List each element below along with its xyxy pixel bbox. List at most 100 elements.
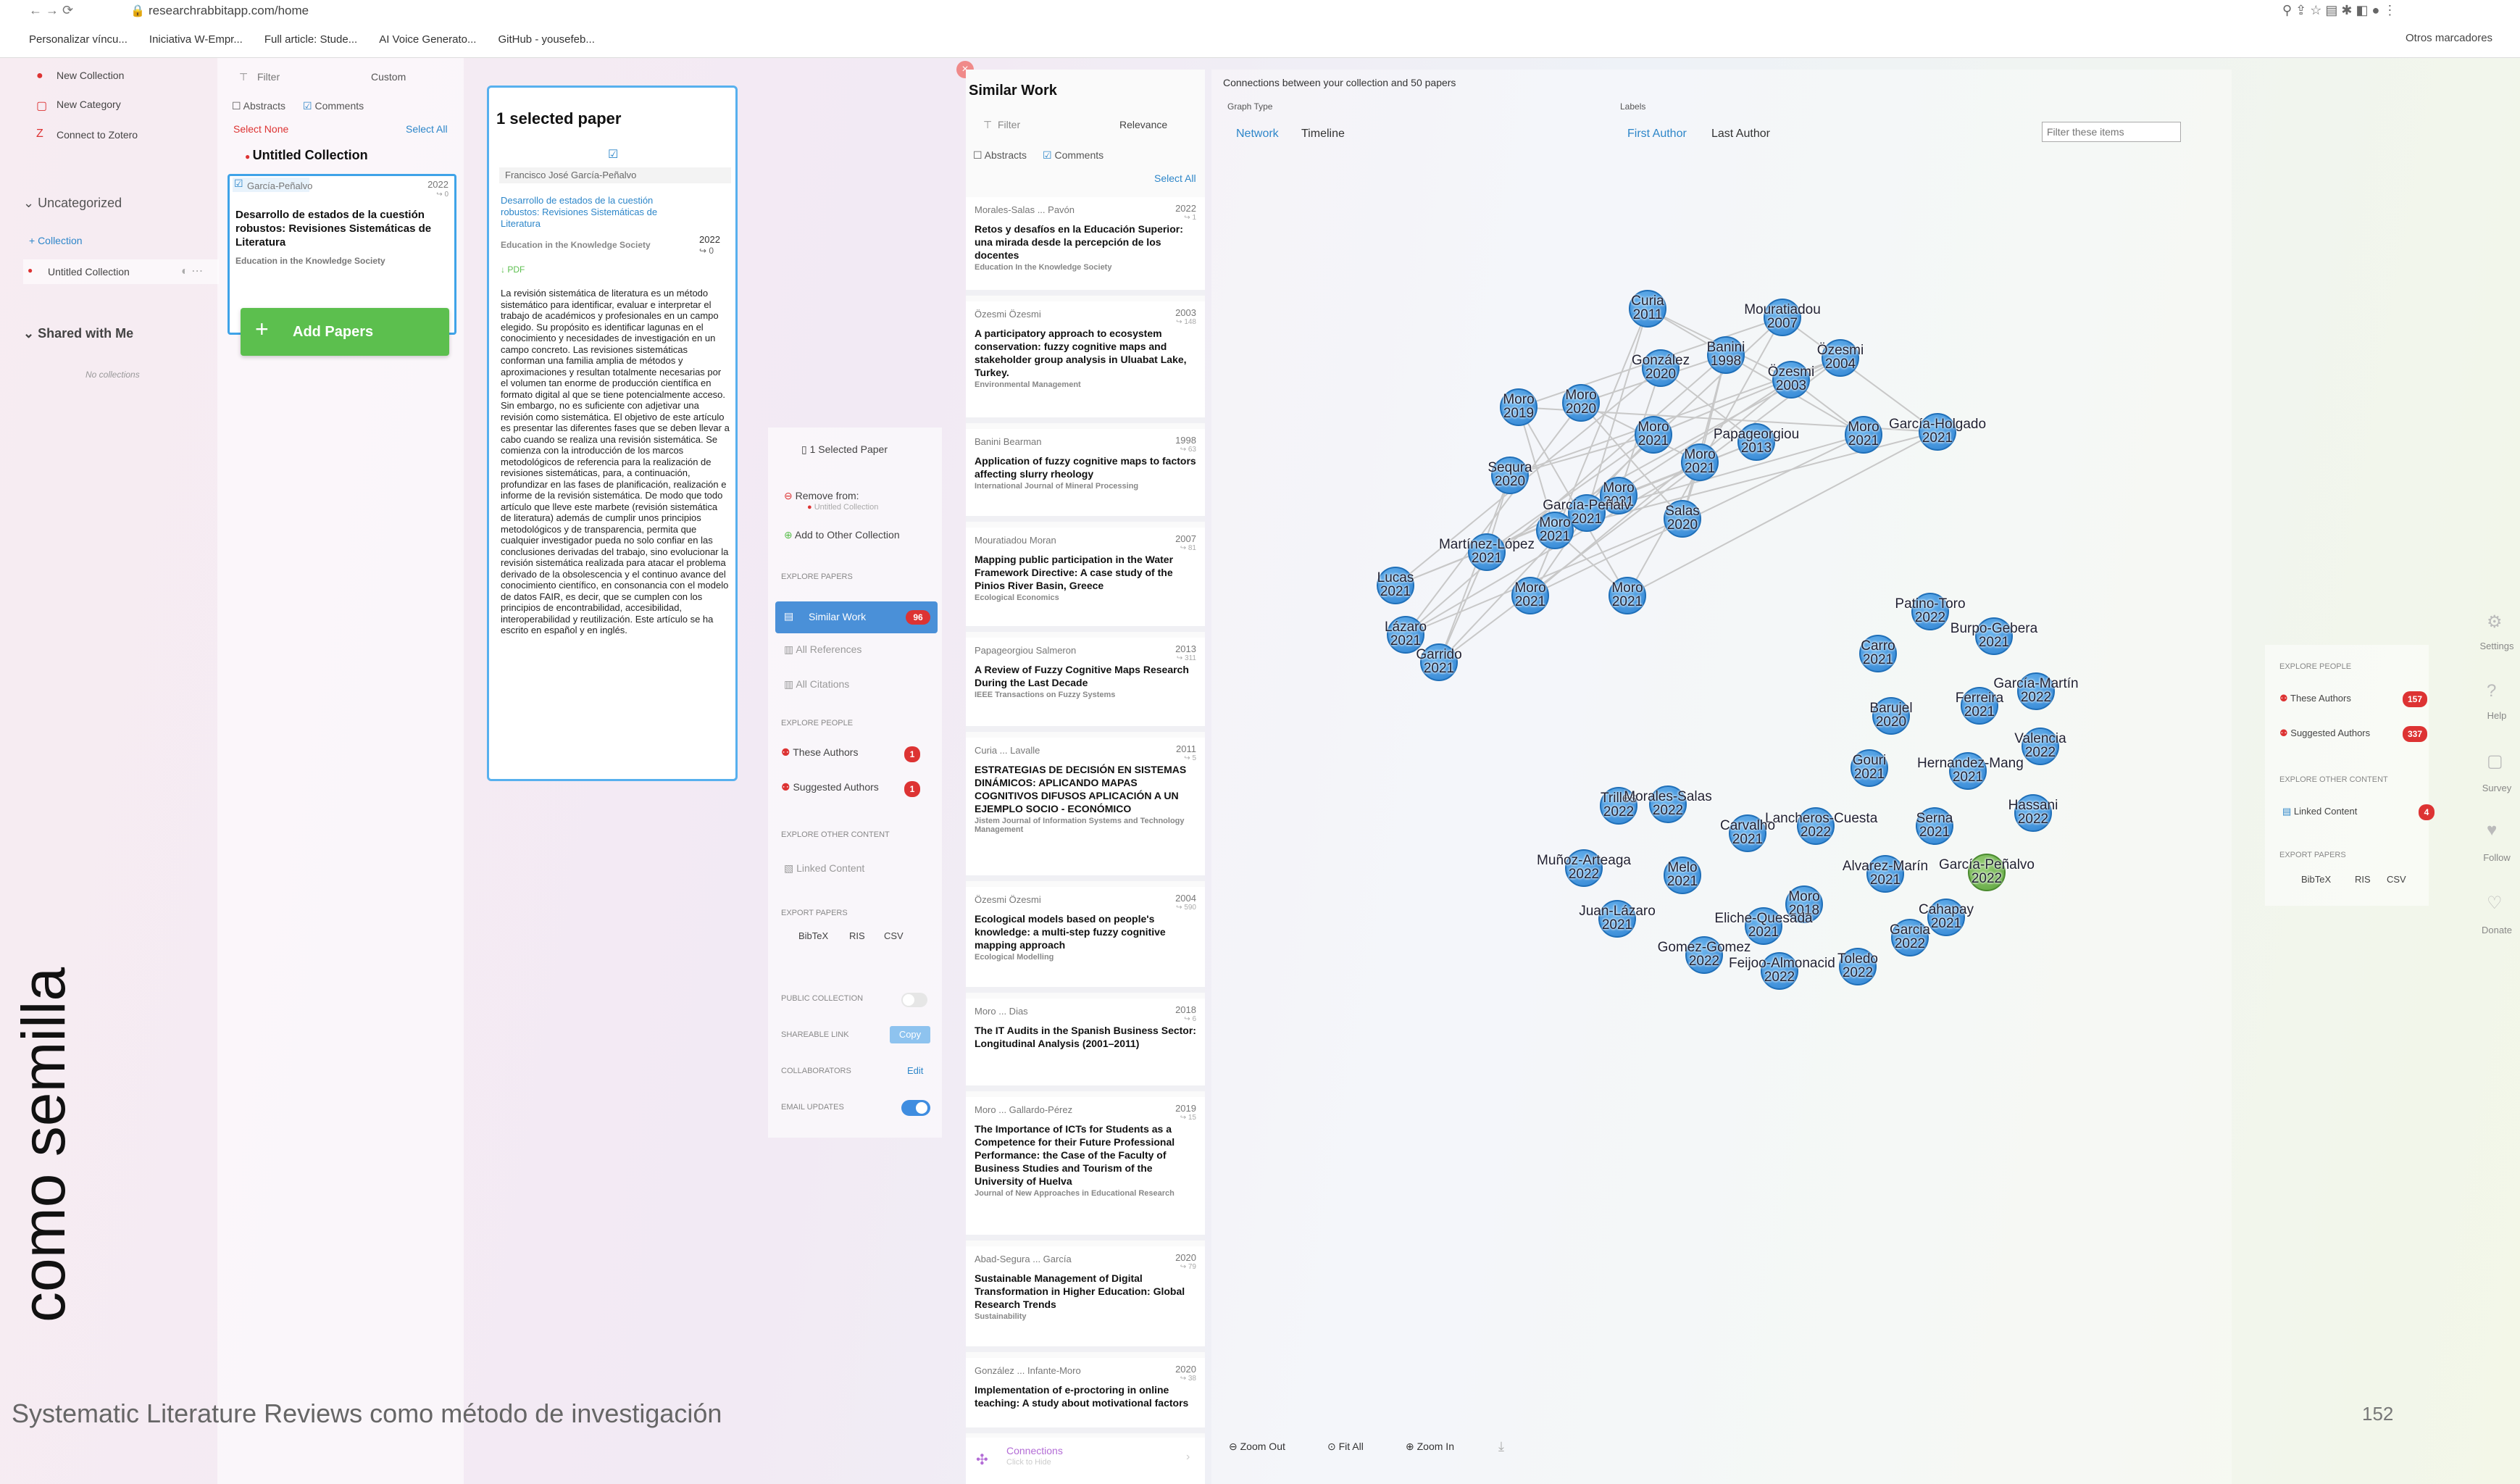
right-bibtex[interactable]: BibTeX bbox=[2301, 874, 2331, 885]
right-explore-other-header: EXPLORE OTHER CONTENT bbox=[2279, 775, 2388, 784]
bookmark-item[interactable]: Personalizar víncu... bbox=[29, 33, 128, 46]
selected-paper-title[interactable]: Desarrollo de estados de la cuestión rob… bbox=[501, 195, 682, 230]
similar-title: Similar Work bbox=[969, 83, 1057, 99]
survey-icon[interactable]: ▢ bbox=[2487, 751, 2503, 772]
similar-icon: ▤ bbox=[784, 610, 794, 622]
linked-content-label: Linked Content bbox=[796, 862, 865, 874]
fit-icon: ⊙ bbox=[1327, 1441, 1339, 1452]
public-toggle[interactable] bbox=[901, 993, 927, 1007]
right-csv[interactable]: CSV bbox=[2387, 874, 2406, 885]
follow-icon[interactable]: ♥ bbox=[2487, 820, 2497, 841]
paper-title: Desarrollo de estados de la cuestión rob… bbox=[235, 209, 432, 249]
sidebar-item-untitled[interactable]: ● Untitled Collection ◐ ⋯ bbox=[23, 259, 219, 284]
similar-paper-title: Retos y desafíos en la Educación Superio… bbox=[975, 223, 1183, 261]
similar-paper-card[interactable]: Özesmi Özesmi 2004 ↪ 590 Ecological models … bbox=[966, 887, 1205, 993]
right-linked-content[interactable]: ▤ Linked Content bbox=[2282, 806, 2357, 817]
new-collection-button[interactable]: New Collection bbox=[57, 70, 124, 81]
similar-paper-card[interactable]: Papageorgiou Salmeron 2013 ↪ 311 A Review o… bbox=[966, 638, 1205, 732]
add-papers-button[interactable]: + Add Papers bbox=[241, 308, 449, 356]
similar-paper-card[interactable]: González ... Infante-Moro 2020 ↪ 38 Impleme… bbox=[966, 1358, 1205, 1433]
these-authors-badge: 1 bbox=[904, 746, 920, 762]
similar-paper-title: Sustainable Management of Digital Transf… bbox=[975, 1272, 1185, 1310]
email-updates-toggle[interactable] bbox=[901, 1100, 930, 1116]
graph-node-label: Burpo-Gebera 2021 bbox=[1950, 621, 2038, 650]
similar-paper-journal: IEEE Transactions on Fuzzy Systems bbox=[975, 691, 1116, 699]
similar-paper-title: Implementation of e-proctoring in online… bbox=[975, 1384, 1189, 1409]
right-suggested-authors[interactable]: ⚉ Suggested Authors bbox=[2279, 728, 2370, 739]
similar-comments-checkbox[interactable]: ☑ Comments bbox=[1043, 149, 1103, 162]
help-icon[interactable]: ? bbox=[2487, 681, 2496, 701]
selected-cites: ↪ 0 bbox=[699, 246, 714, 256]
select-all-link[interactable]: Select All bbox=[406, 123, 448, 135]
similar-sort[interactable]: Relevance bbox=[1119, 119, 1167, 130]
zoom-out-button[interactable]: ⊖ Zoom Out bbox=[1229, 1441, 1285, 1453]
similar-paper-card[interactable]: Curia ... Lavalle 2011 ↪ 5 ESTRATEGIAS DE D… bbox=[966, 738, 1205, 881]
bookmark-item[interactable]: Iniciativa W-Empr... bbox=[149, 33, 243, 46]
similar-count-badge: 96 bbox=[906, 610, 930, 625]
similar-paper-card[interactable]: Mouratiadou Moran 2007 ↪ 81 Mapping public … bbox=[966, 528, 1205, 632]
bookmark-item[interactable]: GitHub - yousefeb... bbox=[498, 33, 594, 46]
fit-all-button[interactable]: ⊙ Fit All bbox=[1327, 1441, 1364, 1453]
more-icon[interactable]: ◐ ⋯ bbox=[181, 264, 203, 278]
select-none-link[interactable]: Select None bbox=[233, 123, 288, 135]
copy-link-button[interactable]: Copy bbox=[890, 1026, 930, 1043]
pdf-link[interactable]: ↓ PDF bbox=[501, 264, 525, 275]
collection-sort[interactable]: Custom bbox=[371, 71, 406, 83]
similar-paper-card[interactable]: Moro ... Dias 2018 ↪ 6 The IT Audits in the… bbox=[966, 999, 1205, 1091]
selected-checkbox[interactable]: ☑ bbox=[608, 147, 618, 162]
download-icon[interactable]: ⤓ bbox=[1498, 1439, 1504, 1454]
similar-filter[interactable]: Filter bbox=[998, 119, 1020, 130]
remove-from-button[interactable]: ⊖ Remove from: bbox=[784, 490, 859, 502]
paper-checkbox[interactable]: ☑ bbox=[234, 178, 243, 190]
similar-paper-card[interactable]: Abad-Segura ... García 2020 ↪ 79 Sustainabl… bbox=[966, 1246, 1205, 1352]
shared-header[interactable]: ⌄ Shared with Me bbox=[23, 326, 133, 341]
right-these-authors[interactable]: ⚉ These Authors bbox=[2279, 693, 2351, 704]
add-other-collection-button[interactable]: ⊕ Add to Other Collection bbox=[784, 529, 900, 541]
collection-filter[interactable]: Filter bbox=[257, 71, 280, 83]
explore-papers-header: EXPLORE PAPERS bbox=[781, 572, 853, 581]
similar-paper-card[interactable]: Banini Bearman 1998 ↪ 63 Application of fuz… bbox=[966, 429, 1205, 522]
zotero-icon: Z bbox=[36, 128, 43, 140]
other-bookmarks[interactable]: Otros marcadores bbox=[2406, 32, 2492, 44]
suggested-authors-button[interactable]: ⚉ Suggested Authors bbox=[781, 781, 879, 793]
slide-page-number: 152 bbox=[2362, 1403, 2394, 1425]
settings-icon[interactable]: ⚙ bbox=[2487, 612, 2503, 633]
graph-node-label: Özesmi 2003 bbox=[1767, 364, 1815, 393]
uncategorized-header[interactable]: ⌄ Uncategorized bbox=[23, 196, 122, 211]
browser-toolbar-icons[interactable]: ⚲ ⇪ ☆ ▤ ✱ ◧ ● ⋮ bbox=[2282, 3, 2396, 18]
citations-icon: ▥ bbox=[784, 678, 796, 690]
similar-paper-year: 2003 ↪ 148 bbox=[1175, 307, 1196, 326]
add-collection-button[interactable]: + Collection bbox=[29, 235, 83, 246]
comments-checkbox[interactable]: ☑ Comments bbox=[303, 100, 364, 112]
all-citations-button[interactable]: ▥ All Citations bbox=[784, 678, 849, 691]
similar-paper-authors: Mouratiadou Moran bbox=[975, 535, 1056, 546]
zoom-in-button[interactable]: ⊕ Zoom In bbox=[1406, 1441, 1454, 1453]
selected-journal: Education in the Knowledge Society bbox=[501, 240, 651, 250]
donate-icon[interactable]: ♡ bbox=[2487, 893, 2503, 914]
similar-paper-card[interactable]: Morales-Salas ... Pavón 2022 ↪ 1 Retos y de… bbox=[966, 197, 1205, 296]
edit-collaborators-link[interactable]: Edit bbox=[907, 1065, 923, 1076]
zoom-out-label: Zoom Out bbox=[1240, 1441, 1285, 1452]
connect-zotero-button[interactable]: Connect to Zotero bbox=[57, 129, 138, 141]
bookmark-item[interactable]: Full article: Stude... bbox=[264, 33, 357, 46]
all-references-button[interactable]: ▥ All References bbox=[784, 643, 861, 656]
back-icon[interactable]: ← → ⟳ bbox=[29, 3, 73, 18]
ris-button[interactable]: RIS bbox=[849, 930, 865, 941]
similar-select-all[interactable]: Select All bbox=[1154, 172, 1196, 184]
similar-paper-card[interactable]: Moro ... Gallardo-Pérez 2019 ↪ 15 The Impor… bbox=[966, 1097, 1205, 1241]
right-ris[interactable]: RIS bbox=[2355, 874, 2371, 885]
graph-edge bbox=[1530, 308, 1648, 596]
abstracts-checkbox[interactable]: ☐ Abstracts bbox=[232, 100, 285, 112]
url-bar[interactable]: researchrabbitapp.com/home bbox=[149, 4, 309, 18]
connections-toggle[interactable]: ✣ Connections Click to Hide › bbox=[966, 1438, 1205, 1484]
bibtex-button[interactable]: BibTeX bbox=[798, 930, 828, 941]
similar-abstracts-checkbox[interactable]: ☐ Abstracts bbox=[973, 149, 1027, 162]
new-category-button[interactable]: New Category bbox=[57, 99, 121, 110]
similar-paper-card[interactable]: Özesmi Özesmi 2003 ↪ 148 A participatory ap… bbox=[966, 301, 1205, 423]
these-authors-button[interactable]: ⚉ These Authors bbox=[781, 746, 858, 759]
linked-content-button[interactable]: ▧ Linked Content bbox=[784, 862, 864, 875]
csv-button[interactable]: CSV bbox=[884, 930, 904, 941]
similar-paper-year: 2007 ↪ 81 bbox=[1175, 533, 1196, 552]
bookmark-item[interactable]: AI Voice Generato... bbox=[379, 33, 476, 46]
similar-work-button[interactable]: ▤ Similar Work 96 bbox=[775, 601, 938, 633]
